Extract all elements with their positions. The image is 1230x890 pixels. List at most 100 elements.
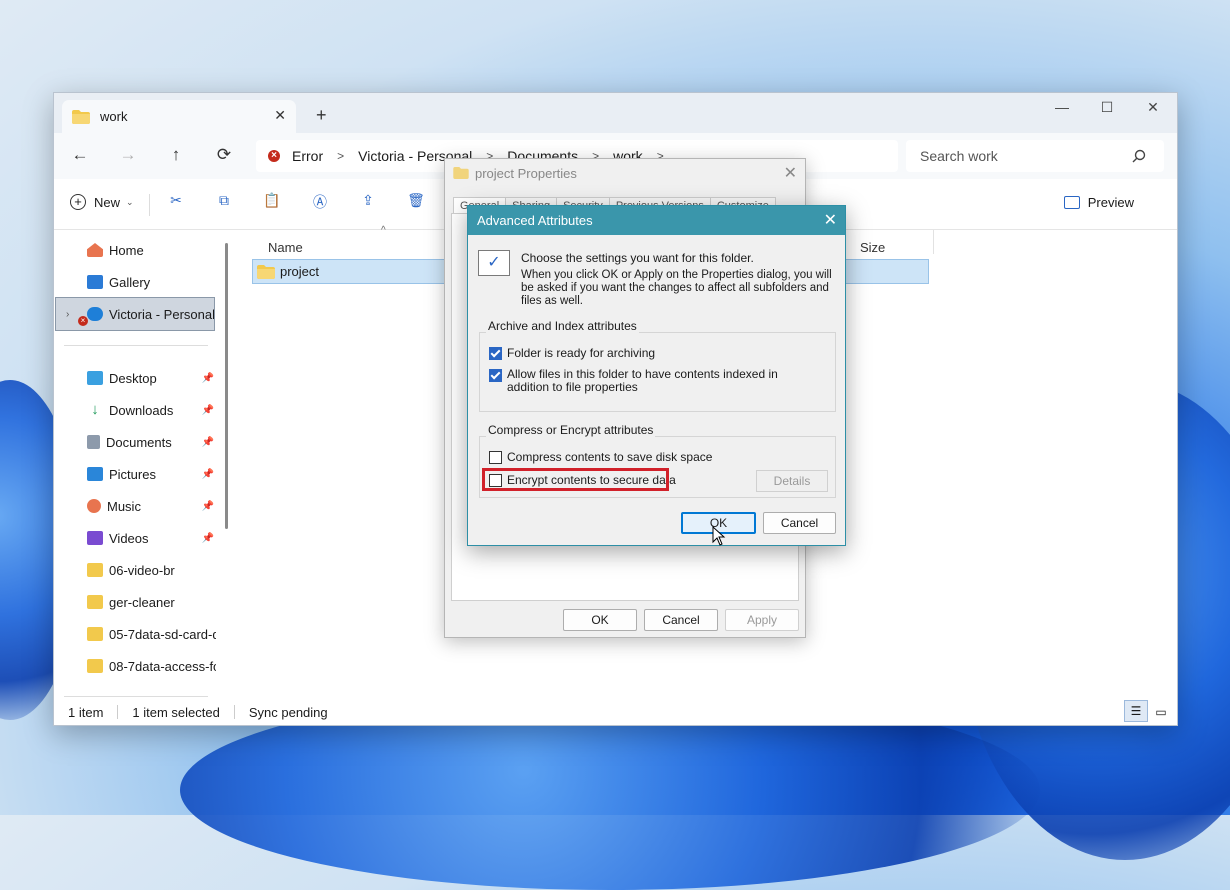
expand-chevron-icon[interactable]: › bbox=[66, 309, 69, 320]
cancel-button[interactable]: Cancel bbox=[763, 512, 836, 534]
column-header-size[interactable]: Size bbox=[860, 240, 885, 255]
breadcrumb-error[interactable]: Error bbox=[292, 148, 323, 164]
maximize-button[interactable]: ☐ bbox=[1092, 99, 1122, 116]
pin-icon[interactable]: 📌 bbox=[202, 373, 214, 384]
sidebar-item-pictures[interactable]: Pictures 📌 bbox=[54, 458, 216, 490]
up-button[interactable]: ↑ bbox=[164, 145, 188, 165]
ok-button[interactable]: OK bbox=[563, 609, 637, 631]
folder-icon bbox=[87, 595, 103, 609]
close-window-button[interactable]: ✕ bbox=[1138, 99, 1168, 116]
archive-checkbox[interactable] bbox=[489, 347, 502, 360]
apply-button[interactable]: Apply bbox=[725, 609, 799, 631]
column-header-name[interactable]: Name bbox=[268, 240, 303, 255]
column-divider[interactable] bbox=[933, 230, 934, 254]
folder-icon bbox=[87, 563, 103, 577]
sync-status: Sync pending bbox=[248, 704, 328, 720]
refresh-button[interactable]: ⟳ bbox=[212, 145, 236, 165]
details-view-icon[interactable]: ☰ bbox=[1124, 700, 1148, 722]
sidebar-item-label: Downloads bbox=[109, 402, 174, 418]
share-icon[interactable]: ⇪ bbox=[356, 192, 380, 209]
sidebar-item-folder[interactable]: ger-cleaner bbox=[54, 586, 216, 618]
rename-icon[interactable]: Ⓐ bbox=[308, 192, 332, 212]
dialog-description: When you click OK or Apply on the Proper… bbox=[521, 269, 832, 307]
tab-work[interactable]: work ✕ bbox=[62, 100, 296, 133]
sort-ascending-icon: ^ bbox=[381, 225, 386, 236]
search-input[interactable] bbox=[918, 147, 1132, 165]
advanced-attributes-dialog: Advanced Attributes ✕ ✓ Choose the setti… bbox=[467, 205, 846, 546]
status-divider bbox=[117, 705, 119, 719]
sidebar-item-desktop[interactable]: Desktop 📌 bbox=[54, 362, 216, 394]
search-icon[interactable] bbox=[1132, 149, 1146, 163]
new-button[interactable]: + New ⌄ bbox=[70, 194, 134, 210]
sidebar-divider bbox=[64, 345, 208, 346]
cancel-button[interactable]: Cancel bbox=[644, 609, 718, 631]
navigation-pane: Home Gallery › Victoria - Personal × Des… bbox=[54, 230, 219, 700]
selection-count: 1 item selected bbox=[132, 704, 220, 720]
sidebar-item-label: 06-video-br bbox=[109, 562, 175, 578]
home-icon bbox=[87, 243, 103, 257]
minimize-button[interactable]: — bbox=[1047, 99, 1077, 115]
sidebar-item-home[interactable]: Home bbox=[54, 234, 216, 266]
sidebar-item-gallery[interactable]: Gallery bbox=[54, 266, 216, 298]
sidebar-item-folder[interactable]: 06-video-br bbox=[54, 554, 216, 586]
sidebar-item-onedrive[interactable]: › Victoria - Personal × bbox=[55, 297, 215, 331]
paste-icon[interactable]: 📋 bbox=[260, 192, 284, 209]
pin-icon[interactable]: 📌 bbox=[202, 501, 214, 512]
dialog-intro: Choose the settings you want for this fo… bbox=[521, 251, 754, 265]
archive-checkbox-row[interactable]: Folder is ready for archiving bbox=[489, 346, 655, 360]
archive-group-label: Archive and Index attributes bbox=[486, 319, 639, 333]
sidebar-item-label: Home bbox=[109, 242, 144, 258]
compress-checkbox-row[interactable]: Compress contents to save disk space bbox=[489, 450, 712, 464]
index-checkbox-row[interactable]: Allow files in this folder to have conte… bbox=[489, 368, 819, 394]
sidebar-item-label: Gallery bbox=[109, 274, 151, 290]
close-icon[interactable]: ✕ bbox=[824, 210, 837, 230]
add-icon: + bbox=[70, 194, 86, 210]
tiles-view-icon[interactable]: ▭ bbox=[1150, 702, 1172, 722]
copy-icon[interactable]: ⧉ bbox=[212, 192, 236, 209]
back-button[interactable]: ← bbox=[68, 145, 92, 165]
sidebar-item-downloads[interactable]: ↓ Downloads 📌 bbox=[54, 394, 216, 426]
sidebar-item-videos[interactable]: Videos 📌 bbox=[54, 522, 216, 554]
delete-icon[interactable]: 🗑 bbox=[404, 192, 428, 209]
dialog-title: Advanced Attributes bbox=[477, 213, 593, 228]
pin-icon[interactable]: 📌 bbox=[202, 533, 214, 544]
index-checkbox[interactable] bbox=[489, 369, 502, 382]
pin-icon[interactable]: 📌 bbox=[202, 405, 214, 416]
preview-label: Preview bbox=[1087, 195, 1134, 210]
music-icon bbox=[87, 499, 101, 513]
sidebar-item-label: ger-cleaner bbox=[109, 594, 175, 610]
sidebar-item-folder[interactable]: 05-7data-sd-card-dit bbox=[54, 618, 216, 650]
documents-icon bbox=[87, 435, 100, 449]
close-tab-icon[interactable]: ✕ bbox=[274, 107, 286, 124]
file-name: project bbox=[280, 264, 320, 279]
sidebar-item-label: Victoria - Personal bbox=[109, 306, 214, 322]
preview-button[interactable]: Preview bbox=[1063, 195, 1134, 210]
cut-icon[interactable]: ✂ bbox=[164, 192, 188, 209]
new-button-label: New bbox=[94, 194, 121, 210]
details-button[interactable]: Details bbox=[756, 470, 828, 492]
desktop-icon bbox=[87, 371, 103, 385]
sidebar-item-label: Videos bbox=[109, 530, 149, 546]
status-divider bbox=[233, 705, 235, 719]
compress-checkbox[interactable] bbox=[489, 451, 502, 464]
toolbar-divider bbox=[149, 194, 150, 216]
pin-icon[interactable]: 📌 bbox=[202, 437, 214, 448]
chevron-right-icon[interactable]: > bbox=[337, 149, 344, 163]
sidebar-item-label: 08-7data-access-folc bbox=[109, 658, 216, 674]
mouse-cursor-icon bbox=[712, 526, 726, 546]
forward-button[interactable]: → bbox=[116, 145, 140, 165]
sidebar-item-folder[interactable]: 08-7data-access-folc bbox=[54, 650, 216, 682]
chevron-down-icon: ⌄ bbox=[126, 196, 134, 207]
sidebar-item-documents[interactable]: Documents 📌 bbox=[54, 426, 216, 458]
search-box[interactable] bbox=[906, 140, 1164, 172]
tab-title: work bbox=[100, 109, 128, 124]
sidebar-item-label: Pictures bbox=[109, 466, 156, 482]
sidebar-scrollbar[interactable] bbox=[225, 243, 228, 529]
new-tab-button[interactable]: + bbox=[316, 105, 327, 126]
sidebar-item-label: Desktop bbox=[109, 370, 157, 386]
archive-checkbox-label: Folder is ready for archiving bbox=[507, 346, 656, 360]
encrypt-highlight-box bbox=[482, 468, 669, 491]
pin-icon[interactable]: 📌 bbox=[202, 469, 214, 480]
sidebar-item-music[interactable]: Music 📌 bbox=[54, 490, 216, 522]
close-icon[interactable]: ✕ bbox=[784, 163, 797, 183]
